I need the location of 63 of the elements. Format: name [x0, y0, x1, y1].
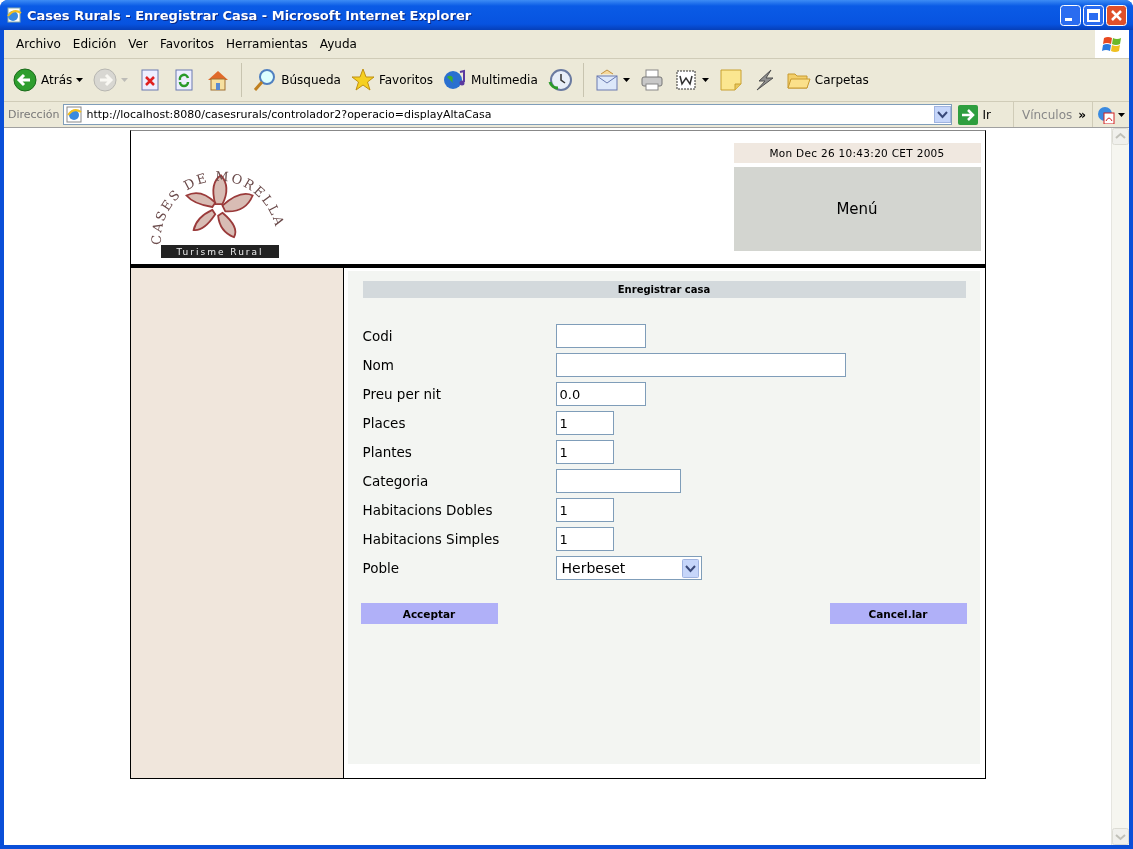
back-button[interactable]: Atrás	[10, 65, 87, 95]
pdf-icon[interactable]	[1097, 105, 1115, 124]
star-icon	[350, 68, 375, 92]
document-icon	[673, 68, 698, 92]
windows-logo	[1102, 34, 1122, 54]
input-field[interactable]: 1	[555, 527, 614, 551]
input-field[interactable]	[555, 469, 681, 493]
window-title: Cases Rurals - Enregistrar Casa - Microsoft Internet Explorer	[27, 7, 473, 23]
menu-item[interactable]: Favoritos	[153, 35, 221, 53]
media-button[interactable]: Multimedia	[440, 65, 541, 95]
field-label: Poble	[362, 560, 401, 576]
field-label: Plantes	[362, 444, 413, 460]
menu-item[interactable]: Ver	[122, 35, 154, 53]
address-field[interactable]: http://localhost:8080/casesrurals/controlador2?operacio=displayAltaCasa	[63, 104, 953, 125]
select-field[interactable]: Herbeset	[555, 556, 702, 580]
accept-button[interactable]: Acceptar	[360, 603, 498, 624]
page-icon	[66, 106, 83, 123]
caret-icon	[701, 78, 709, 82]
input-field[interactable]: 1	[555, 411, 614, 435]
more-button[interactable]: »	[1078, 107, 1086, 122]
note-icon	[718, 68, 743, 92]
field-label: Preu per nit	[362, 386, 443, 402]
field-label: Categoria	[362, 473, 430, 489]
menu-item[interactable]: Ayuda	[313, 35, 363, 53]
menu-panel[interactable]: Menú	[733, 167, 981, 251]
field-label: Habitacions Dobles	[362, 502, 494, 518]
input-field[interactable]	[555, 324, 646, 348]
dropdown-button[interactable]	[934, 106, 952, 123]
dropdown-icon	[681, 558, 699, 578]
field-label: Places	[362, 415, 407, 431]
address-label: Dirección	[7, 108, 61, 121]
form-title: Enregistrar casa	[362, 281, 966, 298]
caret-icon	[121, 78, 129, 82]
favorites-button[interactable]: Favoritos	[347, 65, 437, 95]
printer-icon	[639, 68, 664, 92]
clock-icon	[547, 68, 572, 92]
scroll-down-button[interactable]	[1112, 828, 1129, 845]
search-button[interactable]: Búsqueda	[250, 65, 344, 95]
field-label: Codi	[362, 328, 394, 344]
minimize-button[interactable]	[1060, 4, 1081, 26]
menu-item[interactable]: Herramientas	[220, 35, 314, 53]
cancel-button[interactable]: Cancel.lar	[829, 603, 967, 624]
page-icon	[6, 7, 22, 23]
menu-item[interactable]: Edición	[66, 35, 123, 53]
go-button[interactable]: Ir	[952, 102, 1014, 127]
scroll-up-button[interactable]	[1112, 128, 1129, 145]
input-field[interactable]: 1	[555, 498, 614, 522]
menu-item[interactable]: Archivo	[10, 35, 67, 53]
field-label: Habitacions Simples	[362, 531, 501, 547]
envelope-icon	[594, 68, 619, 92]
maximize-button[interactable]	[1083, 4, 1104, 26]
caret-icon	[1118, 112, 1125, 117]
close-button[interactable]	[1106, 4, 1127, 26]
search-icon	[253, 68, 278, 92]
caret-icon	[622, 78, 630, 82]
input-field[interactable]: 1	[555, 440, 614, 464]
input-field[interactable]: 0.0	[555, 382, 646, 406]
folders-button[interactable]: Carpetas	[783, 65, 872, 95]
field-label: Nom	[362, 357, 395, 373]
globe-icon	[443, 68, 468, 92]
date-text: Mon Dec 26 10:43:20 CET 2005	[733, 143, 981, 163]
input-field[interactable]	[555, 353, 846, 377]
caret-icon	[76, 78, 84, 82]
